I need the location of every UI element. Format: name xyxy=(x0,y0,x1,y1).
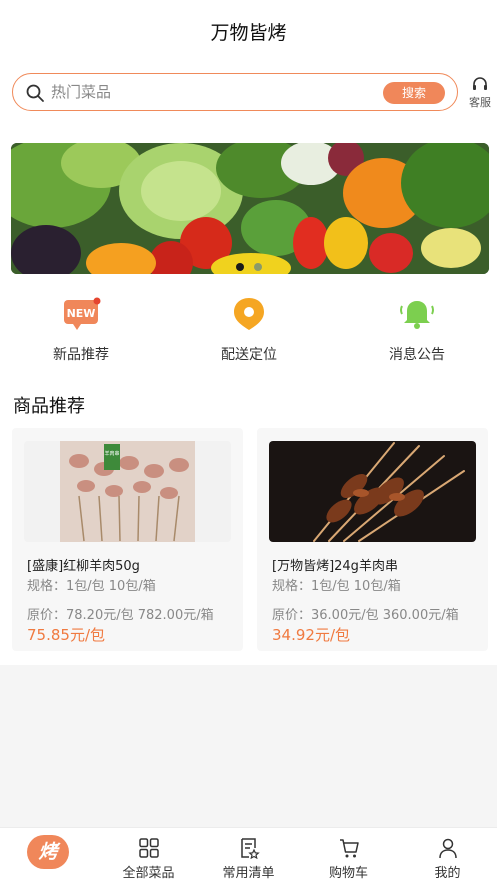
product-original-price: 原价：78.20元/包 782.00元/箱 xyxy=(27,608,214,623)
grid-icon xyxy=(138,838,159,858)
section-title: 商品推荐 xyxy=(13,396,85,417)
new-badge-icon: NEW xyxy=(64,297,101,330)
quick-link-label: 新品推荐 xyxy=(53,347,109,363)
tab-favorites-list[interactable]: 常用清单 xyxy=(199,828,298,883)
customer-service-label: 客服 xyxy=(469,96,491,109)
user-icon xyxy=(438,838,457,859)
product-price: 34.92元/包 xyxy=(272,626,350,644)
product-spec: 规格：1包/包 10包/箱 xyxy=(272,579,401,594)
home-logo-tab[interactable]: 烤 xyxy=(27,835,69,869)
location-pin-icon xyxy=(234,298,264,330)
quick-link-label: 消息公告 xyxy=(389,347,445,363)
product-name: [万物皆烤]24g羊肉串 xyxy=(272,559,398,574)
tab-cart[interactable]: 购物车 xyxy=(299,828,398,883)
search-input[interactable] xyxy=(51,80,381,104)
page-title: 万物皆烤 xyxy=(210,22,287,44)
headset-icon xyxy=(473,77,487,90)
customer-service-button[interactable]: 客服 xyxy=(464,76,496,112)
vegetables-image xyxy=(11,143,489,274)
cart-icon xyxy=(339,839,359,858)
tab-label: 购物车 xyxy=(328,866,368,881)
package-tag-text: 羊肉串 xyxy=(104,450,119,457)
new-badge-text: NEW xyxy=(67,307,96,320)
quick-link-announcements[interactable]: 消息公告 xyxy=(352,296,482,364)
bottom-tab-bar: 烤 全部菜品 常用清单 购物车 我的 xyxy=(0,827,497,883)
quick-link-new-products[interactable]: NEW 新品推荐 xyxy=(16,296,146,364)
product-image: 羊肉串 xyxy=(24,441,231,542)
product-card[interactable]: [万物皆烤]24g羊肉串 规格：1包/包 10包/箱 原价：36.00元/包 3… xyxy=(257,428,488,651)
product-price: 75.85元/包 xyxy=(27,626,105,644)
quick-link-label: 配送定位 xyxy=(221,347,277,363)
product-name: [盛康]红柳羊肉50g xyxy=(27,559,140,574)
tab-label: 全部菜品 xyxy=(122,866,175,881)
search-button[interactable]: 搜索 xyxy=(383,82,445,104)
vegetable-banner[interactable] xyxy=(11,143,489,274)
banner-dot[interactable] xyxy=(254,263,262,271)
search-icon xyxy=(26,84,44,102)
product-original-price: 原价：36.00元/包 360.00元/箱 xyxy=(272,608,459,623)
banner-dot-active[interactable] xyxy=(236,263,244,271)
quick-link-delivery-location[interactable]: 配送定位 xyxy=(184,296,314,364)
product-spec: 规格：1包/包 10包/箱 xyxy=(27,579,156,594)
tab-profile[interactable]: 我的 xyxy=(398,828,497,883)
bell-icon xyxy=(400,301,434,329)
tab-label: 我的 xyxy=(434,866,461,881)
product-image xyxy=(269,441,476,542)
tab-label: 常用清单 xyxy=(222,866,275,881)
product-card[interactable]: 羊肉串 [盛康]红柳羊肉50g 规格：1包/包 10包/箱 原价：78.20元/… xyxy=(12,428,243,651)
search-bar[interactable]: 搜索 xyxy=(12,73,458,111)
list-star-icon xyxy=(240,838,260,859)
tab-all-dishes[interactable]: 全部菜品 xyxy=(99,828,198,883)
banner-pagination xyxy=(236,256,272,274)
